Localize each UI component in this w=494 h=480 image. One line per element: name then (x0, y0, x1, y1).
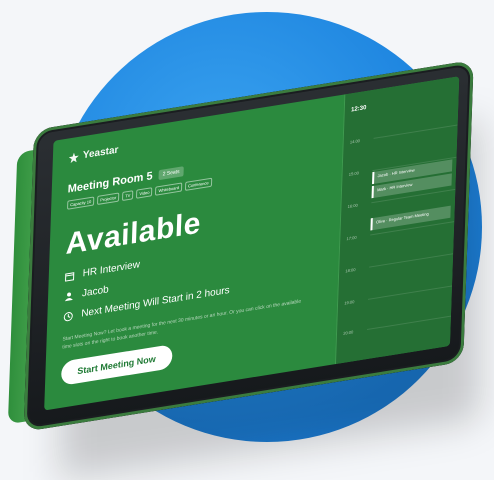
room-tag: Capacity 10 (67, 196, 95, 210)
hour-line (369, 253, 454, 268)
calendar-icon (65, 271, 75, 282)
clock-icon (63, 311, 73, 321)
current-time: 12:30 (350, 104, 367, 114)
hour-label: 19:00 (344, 299, 355, 306)
hour-label: 20:00 (343, 329, 354, 336)
room-tag: Whiteboard (155, 182, 183, 196)
meeting-title: HR Interview (82, 259, 141, 280)
start-meeting-button[interactable]: Start Meeting Now (60, 344, 173, 386)
room-tag: TV (122, 190, 134, 202)
hour-line (373, 124, 458, 139)
hour-line (367, 315, 451, 331)
room-badge: 2 Seats (158, 166, 184, 181)
status-pane: Yeastar Meeting Room 5 2 Seats Capacity … (44, 94, 345, 410)
hour-line (368, 285, 452, 300)
hour-label: 16:00 (347, 202, 358, 210)
meeting-organizer: Jacob (81, 284, 109, 300)
schedule-pane: 12:30 14:00 15:00 16:00 17:00 18:00 19:0… (335, 76, 460, 365)
hour-label: 15:00 (348, 170, 359, 177)
schedule-event[interactable]: Olive · Regular Team Meeting (370, 205, 451, 231)
brand-name: Yeastar (82, 144, 119, 162)
hour-label: 14:00 (349, 138, 361, 145)
room-tag: Conference (184, 177, 212, 191)
user-icon (64, 291, 73, 301)
star-icon (68, 152, 79, 163)
hour-label: 18:00 (345, 266, 356, 274)
room-tag: Projector (97, 192, 120, 205)
hour-label: 17:00 (346, 234, 357, 242)
room-tag: Video (136, 187, 153, 199)
